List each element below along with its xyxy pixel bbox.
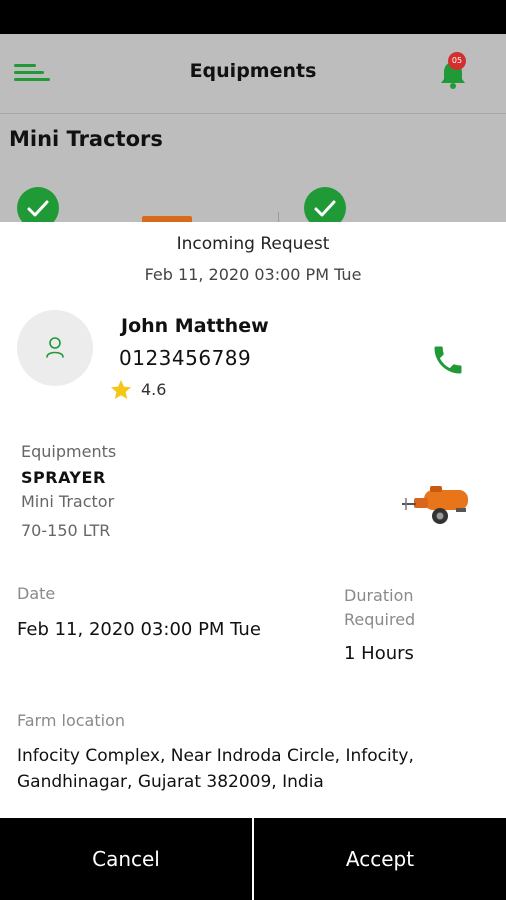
equipment-type: Mini Tractor <box>21 492 115 511</box>
page-title: Equipments <box>189 60 317 82</box>
equipment-name: SPRAYER <box>21 468 106 487</box>
star-icon <box>111 380 131 399</box>
tile-divider <box>278 212 279 222</box>
date-label: Date <box>17 584 56 603</box>
sprayer-image <box>402 486 468 524</box>
status-bar <box>0 0 506 34</box>
user-phone: 0123456789 <box>119 346 252 370</box>
action-bar: Cancel Accept <box>0 818 506 900</box>
request-sheet: Incoming Request Feb 11, 2020 03:00 PM T… <box>0 222 506 818</box>
section-title: Mini Tractors <box>9 127 163 151</box>
duration-label: Duration Required <box>344 586 416 629</box>
app-header: Equipments 05 <box>0 34 506 114</box>
check-icon <box>304 187 346 222</box>
date-value: Feb 11, 2020 03:00 PM Tue <box>17 619 261 640</box>
avatar <box>17 310 93 386</box>
request-title: Incoming Request <box>176 234 330 254</box>
request-datetime: Feb 11, 2020 03:00 PM Tue <box>144 265 362 284</box>
equipment-capacity: 70-150 LTR <box>21 521 111 540</box>
person-icon <box>46 337 64 358</box>
equipment-label: Equipments <box>21 442 117 461</box>
phone-icon[interactable] <box>430 342 466 378</box>
accept-button[interactable]: Accept <box>254 818 506 900</box>
user-name: John Matthew <box>121 315 269 337</box>
farm-address: Infocity Complex, Near Indroda Circle, I… <box>17 746 414 792</box>
farm-location-label: Farm location <box>17 711 125 730</box>
check-icon <box>17 187 59 222</box>
background-screen: Equipments 05 Mini Tractors <box>0 34 506 222</box>
cancel-button[interactable]: Cancel <box>0 818 252 900</box>
tractor-image <box>142 216 192 222</box>
user-rating: 4.6 <box>141 380 167 399</box>
notification-badge: 05 <box>448 52 466 70</box>
duration-value: 1 Hours <box>344 643 414 664</box>
